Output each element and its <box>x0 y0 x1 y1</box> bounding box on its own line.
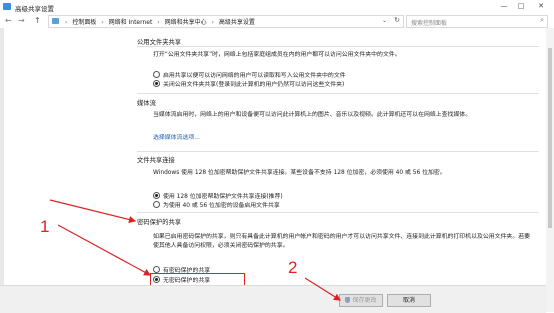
arrow-to-password-title <box>49 199 137 224</box>
arrow-to-save-button <box>304 277 342 301</box>
annotation-marker-1: 1 <box>40 217 50 236</box>
arrow-to-highlight-box <box>57 224 152 276</box>
annotation-marker-2: 2 <box>288 258 298 277</box>
annotation-arrows <box>49 199 342 301</box>
